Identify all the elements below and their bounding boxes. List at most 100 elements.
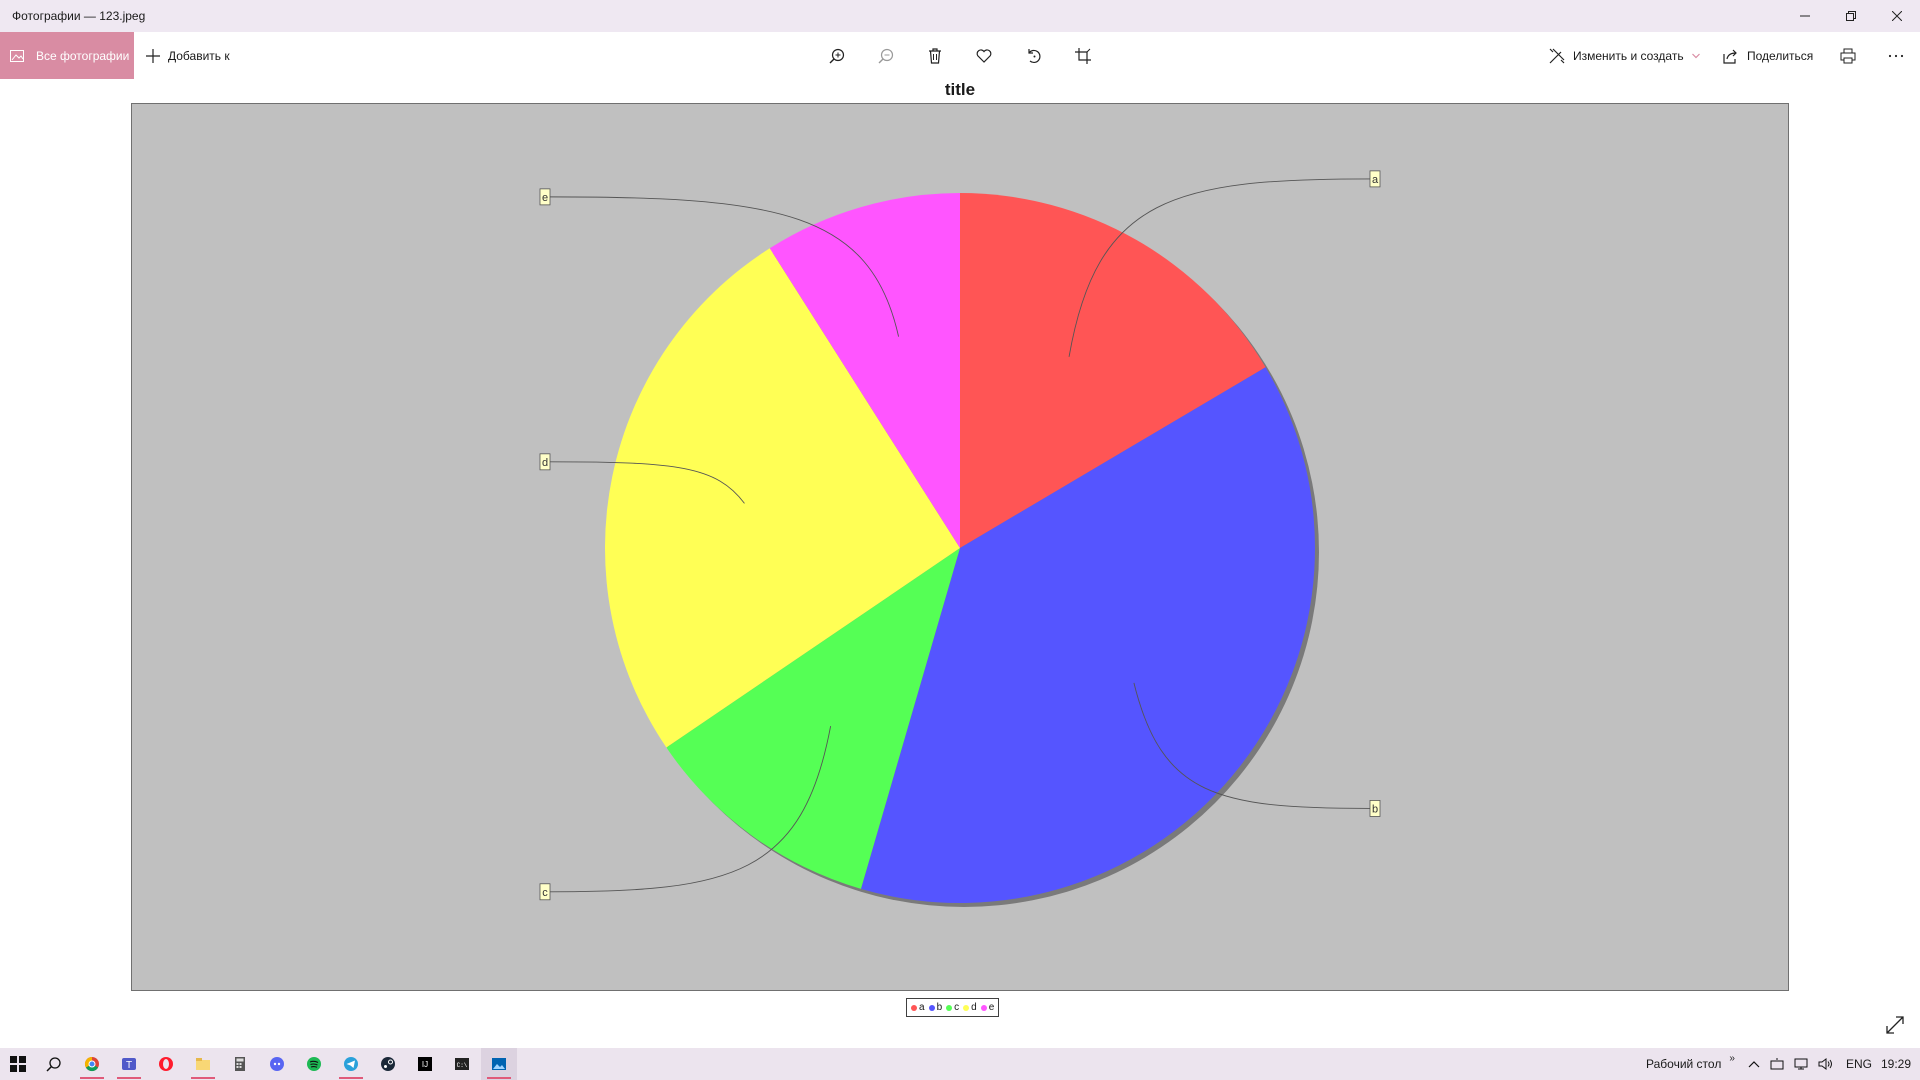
zoom-out-icon <box>878 48 894 63</box>
pie-chart: a b c d e <box>539 170 1381 907</box>
slice-label-c: c <box>542 887 548 899</box>
photos-icon <box>492 1058 506 1070</box>
steam-icon <box>381 1057 395 1071</box>
slice-label-a: a <box>1372 174 1379 186</box>
all-photos-button[interactable]: Все фотографии <box>0 32 134 79</box>
restore-button[interactable] <box>1828 0 1874 32</box>
share-label: Поделиться <box>1747 48 1814 63</box>
svg-text:T: T <box>126 1060 132 1071</box>
legend-item-e: e <box>980 1002 995 1013</box>
taskbar-app-steam[interactable] <box>370 1048 406 1080</box>
taskbar-app-calculator[interactable] <box>222 1048 258 1080</box>
chart-title: title <box>944 80 976 99</box>
taskbar-app-opera[interactable] <box>148 1048 184 1080</box>
desktop-chevron: » <box>1729 1052 1735 1064</box>
slice-label-e: e <box>542 192 548 204</box>
edit-create-button[interactable]: Изменить и создать <box>1549 32 1700 79</box>
delete-button[interactable] <box>915 32 955 79</box>
crop-icon <box>1075 47 1091 64</box>
heart-icon <box>976 48 992 63</box>
taskbar-app-spotify[interactable] <box>296 1048 332 1080</box>
legend-swatch-c <box>946 1004 953 1011</box>
legend-label-d: d <box>971 1002 977 1013</box>
printer-icon <box>1840 48 1856 63</box>
notification-icon[interactable] <box>1770 1058 1784 1070</box>
chart-legend: abcde <box>906 998 1000 1017</box>
legend-swatch-e <box>980 1004 987 1011</box>
fullscreen-icon[interactable] <box>1884 1014 1906 1036</box>
legend-swatch-d <box>963 1004 970 1011</box>
favorite-button[interactable] <box>964 32 1004 79</box>
close-button[interactable] <box>1874 0 1920 32</box>
running-indicator <box>339 1077 363 1079</box>
taskbar-app-telegram[interactable] <box>333 1048 369 1080</box>
language-indicator[interactable]: ENG <box>1846 1048 1872 1080</box>
intellij-icon: IJ <box>418 1057 432 1071</box>
edit-create-icon <box>1549 48 1565 63</box>
trash-icon <box>929 47 941 64</box>
photos-gallery-icon <box>10 49 24 62</box>
taskbar-app-discord[interactable] <box>259 1048 295 1080</box>
slice-label-d: d <box>542 457 548 469</box>
zoom-out-button[interactable] <box>866 32 906 79</box>
search-icon <box>46 1057 61 1072</box>
legend-label-a: a <box>919 1002 925 1013</box>
terminal-icon: C:\ <box>455 1058 469 1070</box>
taskbar-app-photos[interactable] <box>481 1048 517 1080</box>
legend-item-c: c <box>946 1002 959 1013</box>
window-title: Фотографии — 123.jpeg <box>12 9 146 23</box>
taskbar: T IJ C:\ Рабочий стол » ENG 19:29 <box>0 1048 1920 1080</box>
taskbar-app-explorer[interactable] <box>185 1048 221 1080</box>
crop-button[interactable] <box>1063 32 1103 79</box>
legend-label-b: b <box>936 1002 943 1013</box>
more-options-button[interactable] <box>1876 32 1916 79</box>
close-icon <box>1892 11 1902 21</box>
all-photos-label: Все фотографии <box>36 48 130 63</box>
chevron-up-icon[interactable] <box>1748 1060 1760 1068</box>
svg-text:C:\: C:\ <box>457 1062 468 1069</box>
zoom-in-button[interactable] <box>817 32 857 79</box>
minimize-icon <box>1800 15 1810 17</box>
toolbar: Все фотографии Добавить к Изменить и соз… <box>0 32 1920 79</box>
taskbar-app-terminal[interactable]: C:\ <box>444 1048 480 1080</box>
share-button[interactable]: Поделиться <box>1723 32 1813 79</box>
title-bar: Фотографии — 123.jpeg <box>0 0 1920 32</box>
taskbar-app-chrome[interactable] <box>74 1048 110 1080</box>
running-indicator <box>191 1077 215 1079</box>
taskbar-app-teams[interactable]: T <box>111 1048 147 1080</box>
legend-item-b: b <box>928 1002 943 1013</box>
chevron-down-icon <box>1691 53 1700 58</box>
legend-label-e: e <box>988 1002 995 1013</box>
desktop-toolbar[interactable]: Рабочий стол » <box>1646 1048 1735 1080</box>
network-icon[interactable] <box>1794 1058 1808 1070</box>
legend-item-d: d <box>963 1002 977 1013</box>
spotify-icon <box>307 1057 321 1071</box>
volume-icon[interactable] <box>1818 1058 1834 1070</box>
opera-icon <box>159 1057 173 1071</box>
taskbar-app-intellij[interactable]: IJ <box>407 1048 443 1080</box>
running-indicator <box>117 1077 141 1079</box>
chrome-icon <box>84 1056 99 1072</box>
slice-label-b: b <box>1372 803 1378 815</box>
search-button[interactable] <box>36 1048 72 1080</box>
windows-icon <box>10 1056 26 1072</box>
start-button[interactable] <box>0 1048 36 1080</box>
more-icon <box>1888 54 1904 57</box>
share-icon <box>1723 49 1737 64</box>
legend-swatch-b <box>928 1004 935 1011</box>
teams-icon: T <box>122 1058 136 1071</box>
add-to-button[interactable]: Добавить к <box>146 32 230 79</box>
rotate-button[interactable] <box>1014 32 1054 79</box>
desktop-label: Рабочий стол <box>1646 1057 1722 1071</box>
explorer-icon <box>196 1058 210 1070</box>
plus-icon <box>146 48 160 63</box>
edit-create-label: Изменить и создать <box>1573 48 1684 63</box>
minimize-button[interactable] <box>1782 0 1828 32</box>
legend-label-c: c <box>954 1002 960 1013</box>
zoom-in-icon <box>829 48 845 63</box>
print-button[interactable] <box>1828 32 1868 79</box>
discord-icon <box>270 1057 284 1071</box>
telegram-icon <box>344 1057 358 1071</box>
calculator-icon <box>235 1057 245 1071</box>
clock[interactable]: 19:29 <box>1881 1048 1911 1080</box>
